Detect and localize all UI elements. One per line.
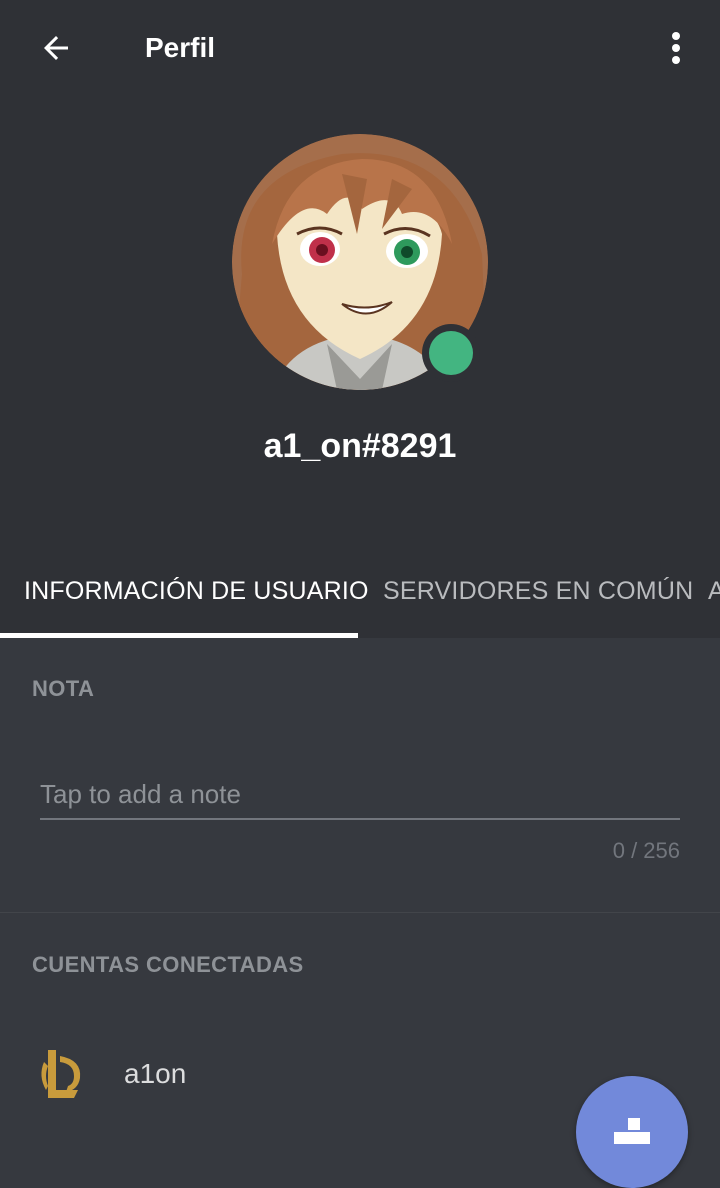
avatar[interactable]: [232, 134, 488, 390]
more-options-button[interactable]: [656, 26, 696, 70]
online-status-indicator: [422, 324, 480, 382]
add-friend-icon: [614, 1118, 650, 1144]
note-section-label: NOTA: [32, 676, 95, 701]
league-of-legends-icon: [41, 1050, 81, 1098]
tab-mutual-friends[interactable]: A: [708, 540, 720, 638]
more-vertical-icon: [672, 32, 680, 64]
add-friend-button[interactable]: [576, 1076, 688, 1188]
note-character-counter: 0 / 256: [612, 838, 680, 863]
tab-mutual-servers[interactable]: SERVIDORES EN COMÚN: [383, 540, 693, 638]
back-button[interactable]: [34, 26, 78, 70]
section-divider: [0, 912, 720, 913]
page-title: Perfil: [145, 32, 216, 63]
profile-header: Perfil a1_on#8291: [0, 0, 720, 540]
tab-user-info[interactable]: INFORMACIÓN DE USUARIO: [24, 540, 369, 638]
connected-accounts-label: CUENTAS CONECTADAS: [32, 952, 304, 977]
username: a1_on#8291: [263, 427, 457, 465]
profile-tabs: INFORMACIÓN DE USUARIO SERVIDORES EN COM…: [0, 540, 720, 638]
note-input[interactable]: [40, 770, 680, 820]
arrow-left-icon: [44, 36, 68, 60]
connected-account-name: a1on: [124, 1058, 187, 1089]
active-tab-indicator: [0, 633, 358, 638]
